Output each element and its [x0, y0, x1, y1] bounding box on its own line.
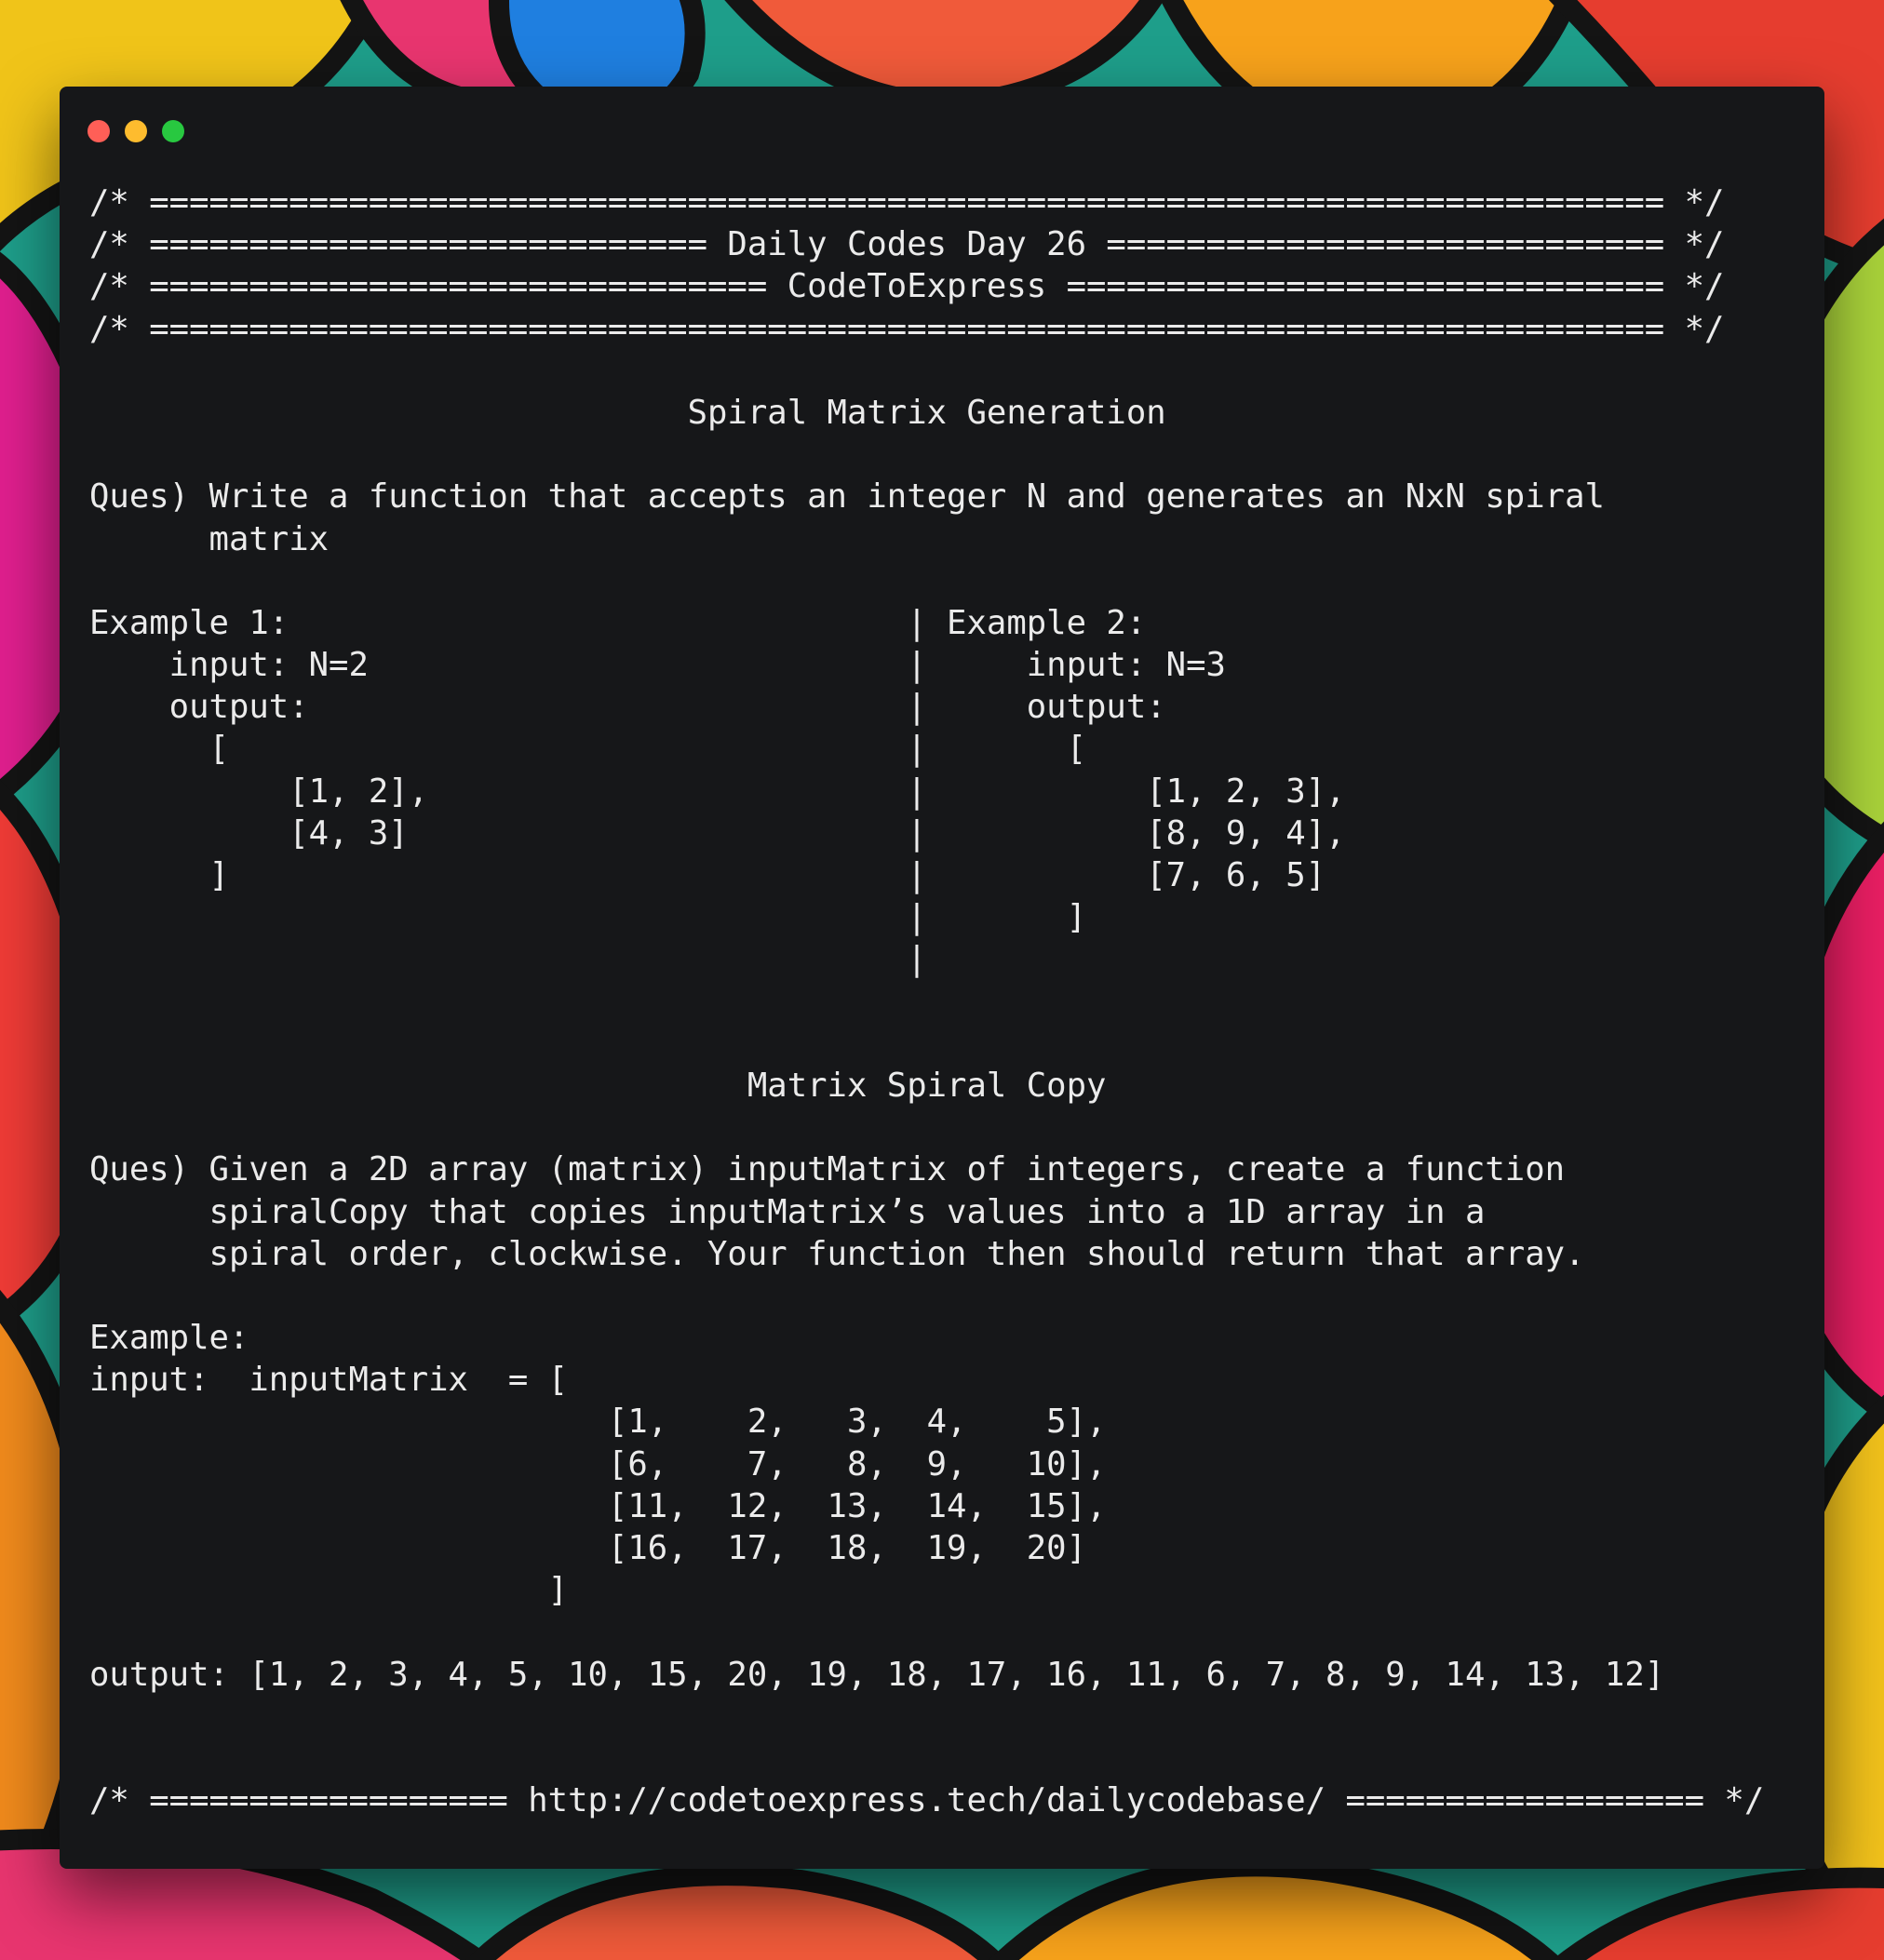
code-line: matrix — [89, 519, 330, 558]
code-line: /* ================== http://codetoexpre… — [89, 1781, 1765, 1820]
code-line: /* ============================ Daily Co… — [89, 225, 1725, 264]
code-line: Example: — [89, 1319, 249, 1358]
code-line: [6, 7, 8, 9, 10], — [89, 1444, 1107, 1483]
code-line: Ques) Write a function that accepts an i… — [89, 477, 1605, 517]
code-line: /* =============================== CodeT… — [89, 267, 1725, 306]
code-block: /* =====================================… — [89, 181, 1764, 1821]
window-controls — [87, 120, 184, 142]
code-line: [1, 2, 3, 4, 5], — [89, 1403, 1107, 1442]
code-window: /* =====================================… — [60, 87, 1824, 1869]
code-line: [4, 3] | [8, 9, 4], — [89, 813, 1346, 852]
code-line: | ] — [89, 898, 1086, 937]
code-line: ] | [7, 6, 5] — [89, 856, 1326, 894]
code-line: [1, 2], | [1, 2, 3], — [89, 772, 1346, 811]
code-line: [16, 17, 18, 19, 20] — [89, 1529, 1086, 1567]
code-line: input: N=2 | input: N=3 — [89, 646, 1226, 685]
code-line: spiral order, clockwise. Your function t… — [89, 1234, 1585, 1273]
code-line: [11, 12, 13, 14, 15], — [89, 1486, 1107, 1525]
code-line: [ | [ — [89, 730, 1086, 769]
code-line: output: [1, 2, 3, 4, 5, 10, 15, 20, 19, … — [89, 1655, 1665, 1694]
code-line: /* =====================================… — [89, 183, 1725, 222]
code-line: Matrix Spiral Copy — [89, 1066, 1107, 1105]
code-line: ] — [89, 1571, 569, 1610]
close-button[interactable] — [87, 120, 110, 142]
code-line: spiralCopy that copies inputMatrix’s val… — [89, 1192, 1486, 1231]
code-line: input: inputMatrix = [ — [89, 1361, 569, 1400]
code-line: | — [89, 940, 927, 979]
code-line: Ques) Given a 2D array (matrix) inputMat… — [89, 1150, 1566, 1189]
code-line: output: | output: — [89, 688, 1166, 727]
code-line: /* =====================================… — [89, 309, 1725, 348]
minimize-button[interactable] — [125, 120, 147, 142]
zoom-button[interactable] — [162, 120, 184, 142]
code-line: Example 1: | Example 2: — [89, 603, 1147, 642]
code-line: Spiral Matrix Generation — [89, 393, 1166, 432]
